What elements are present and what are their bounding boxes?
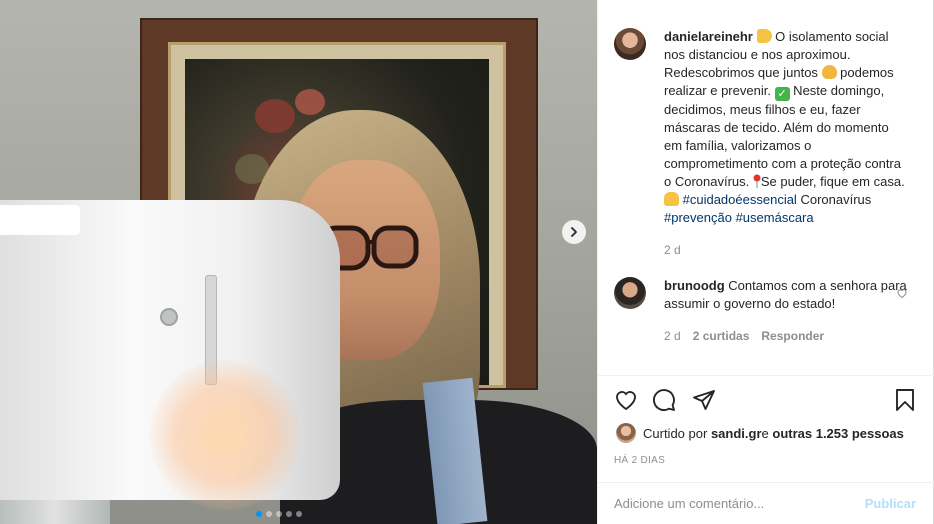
- check-mark-icon: ✓: [774, 87, 790, 101]
- comments-section: danielareinehr O isolamento social nos d…: [598, 0, 934, 376]
- caption-comment: danielareinehr O isolamento social nos d…: [614, 28, 909, 259]
- comment-bubble-icon[interactable]: [652, 388, 676, 412]
- reply-time[interactable]: 2 d: [664, 327, 681, 345]
- avatar[interactable]: [614, 277, 646, 309]
- share-paper-plane-icon[interactable]: [692, 388, 716, 412]
- likes-count-link[interactable]: outras 1.253 pessoas: [772, 426, 904, 441]
- post-actions-bar: [614, 388, 919, 414]
- carousel-indicator: [256, 511, 302, 517]
- machine-light: [150, 360, 300, 510]
- hashtag-link[interactable]: #prevenção: [664, 210, 732, 225]
- post-side-panel: danielareinehr O isolamento social nos d…: [597, 0, 934, 524]
- carousel-dot: [266, 511, 272, 517]
- add-comment-bar: Publicar: [598, 482, 934, 524]
- avatar[interactable]: [614, 28, 646, 60]
- reply-button[interactable]: Responder: [761, 327, 824, 345]
- heart-hands-icon: [821, 65, 837, 79]
- post-date[interactable]: HÁ 2 DIAS: [614, 455, 665, 466]
- reply-comment: brunoodg Contamos com a senhora para ass…: [614, 277, 909, 345]
- like-heart-icon[interactable]: [614, 388, 638, 412]
- carousel-dot: [286, 511, 292, 517]
- post-photo[interactable]: [0, 0, 597, 524]
- hashtag-link[interactable]: #usemáscara: [736, 210, 814, 225]
- thumbs-up-icon: [664, 192, 679, 206]
- carousel-next-button[interactable]: [562, 220, 586, 244]
- comment-like-heart-icon[interactable]: [896, 287, 908, 299]
- caption-time[interactable]: 2 d: [664, 241, 681, 259]
- reply-username[interactable]: brunoodg: [664, 278, 725, 293]
- carousel-dot: [256, 511, 262, 517]
- carousel-dot: [296, 511, 302, 517]
- likes-summary: Curtido por sandi.gr e outras 1.253 pess…: [616, 423, 904, 443]
- chevron-right-icon: [571, 227, 577, 237]
- comment-input[interactable]: [614, 496, 857, 511]
- reply-likes-count[interactable]: 2 curtidas: [693, 327, 750, 345]
- pointing-hand-icon: [756, 29, 772, 43]
- pin-icon: [753, 174, 761, 188]
- hashtag-link[interactable]: #cuidadoéessencial: [683, 192, 797, 207]
- save-bookmark-icon[interactable]: [893, 388, 917, 412]
- liker-avatar[interactable]: [616, 423, 636, 443]
- carousel-dot: [276, 511, 282, 517]
- publish-button[interactable]: Publicar: [865, 496, 916, 511]
- liker-username[interactable]: sandi.gr: [711, 426, 762, 441]
- caption-username[interactable]: danielareinehr: [664, 29, 753, 44]
